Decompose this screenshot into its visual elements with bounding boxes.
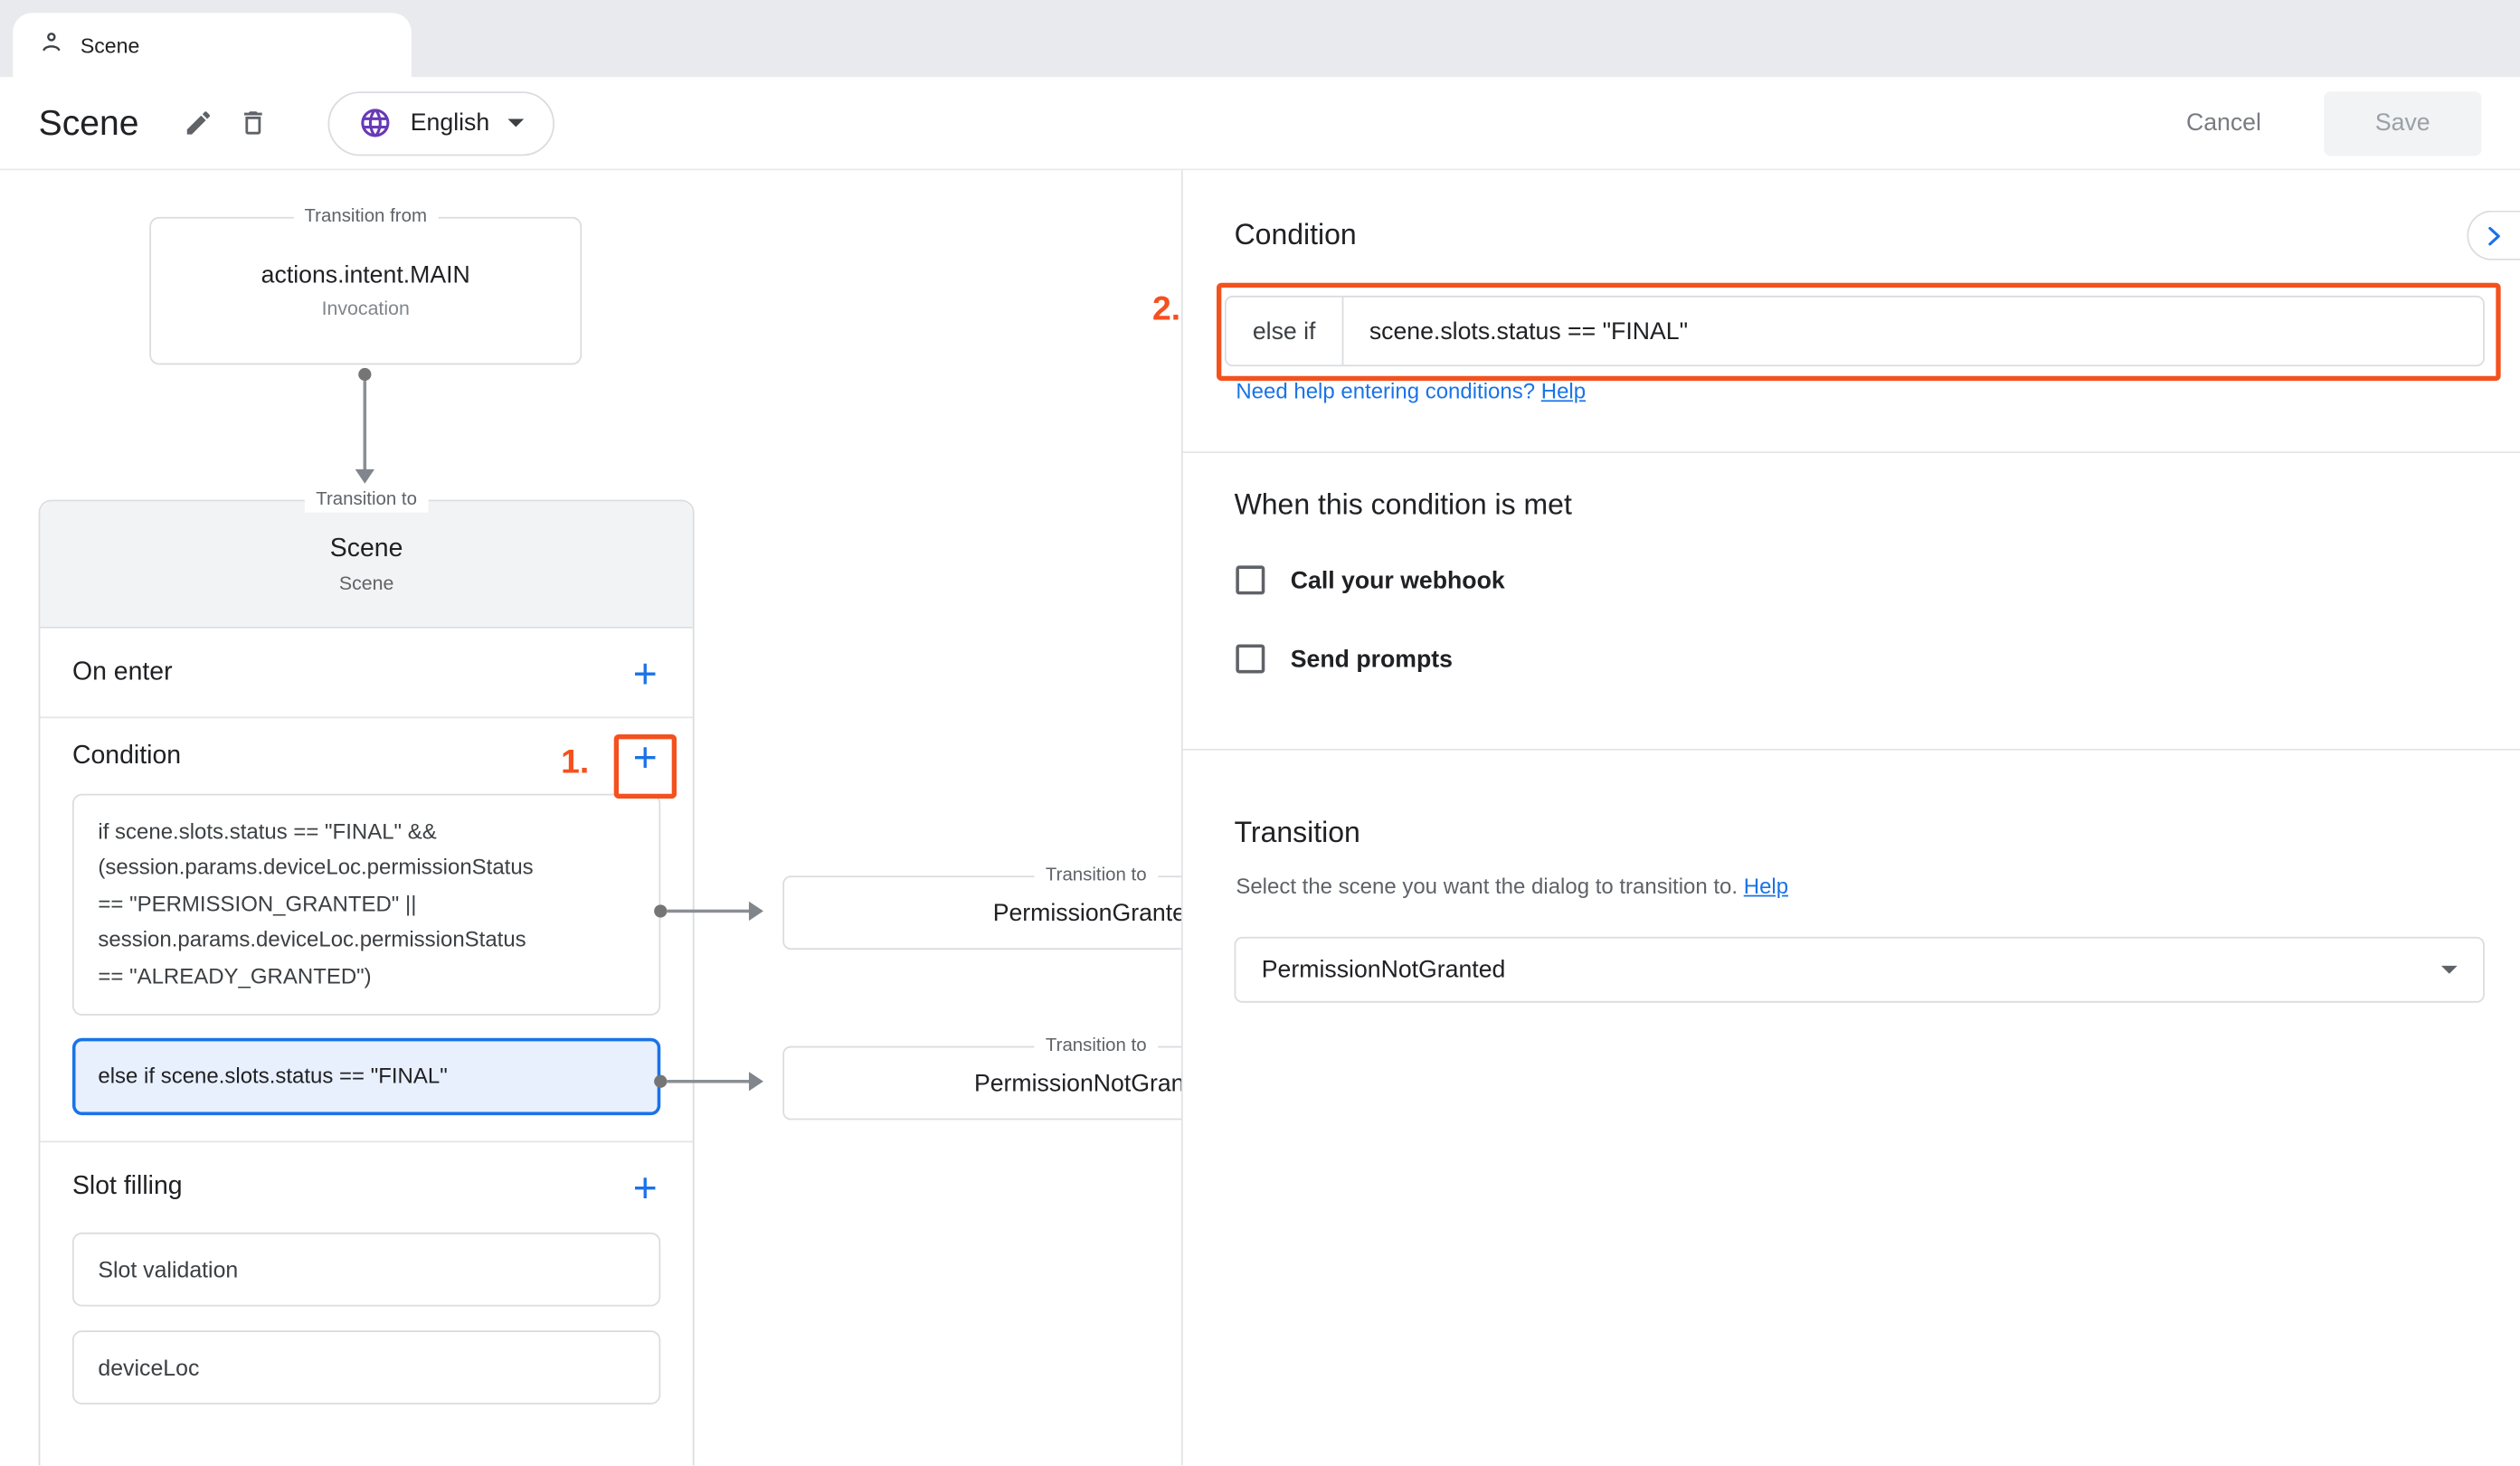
panel-condition-heading: Condition: [1235, 219, 1357, 252]
condition-help-line: Need help entering conditions? Help: [1236, 379, 1586, 403]
scene-name: Scene: [330, 534, 403, 563]
webhook-checkbox-row: Call your webhook: [1236, 565, 1504, 594]
transition-description: Select the scene you want the dialog to …: [1236, 875, 1788, 899]
condition-section: Condition + if scene.slots.status == "FI…: [40, 718, 692, 1143]
globe-icon: [359, 106, 393, 139]
prompts-checkbox-row: Send prompts: [1236, 644, 1453, 673]
condition-item-2-selected[interactable]: else if scene.slots.status == "FINAL": [72, 1038, 660, 1116]
transition-scene-value: PermissionNotGranted: [1262, 956, 1506, 983]
connector-dot: [654, 1075, 667, 1088]
call-webhook-label: Call your webhook: [1291, 566, 1505, 593]
tab-label: Scene: [81, 33, 140, 57]
scene-type: Scene: [339, 572, 393, 594]
save-button[interactable]: Save: [2324, 90, 2481, 155]
pencil-icon: [183, 108, 213, 138]
scene-card-header[interactable]: Scene Scene: [40, 501, 692, 628]
actions-person-icon: [39, 28, 64, 61]
viewport: Scene Scene English Cancel Save Transiti…: [0, 0, 2520, 1466]
connector-dot: [654, 904, 667, 917]
chevron-right-icon: [2481, 222, 2506, 248]
arrow-right-icon: [749, 1072, 763, 1091]
when-met-heading: When this condition is met: [1235, 488, 1572, 522]
divider: [1183, 451, 2520, 453]
send-prompts-checkbox[interactable]: [1236, 644, 1265, 673]
transition-to-legend: Transition to: [305, 488, 429, 513]
condition-editor: else if scene.slots.status == "FINAL": [1225, 296, 2485, 366]
slot-item-validation[interactable]: Slot validation: [72, 1234, 660, 1308]
slot-filling-label: Slot filling: [72, 1174, 183, 1203]
delete-scene-button[interactable]: [225, 96, 279, 150]
chevron-down-icon: [2441, 966, 2458, 974]
condition-help-link[interactable]: Help: [1541, 379, 1586, 403]
tab-bar: Scene: [0, 0, 2520, 77]
scene-header: Scene English Cancel Save: [0, 77, 2520, 170]
trash-icon: [238, 108, 269, 138]
condition-detail-panel: Condition else if scene.slots.status == …: [1181, 170, 2520, 1465]
connector-line: [667, 1080, 750, 1083]
chevron-down-icon: [507, 118, 524, 127]
connector-line: [364, 381, 367, 470]
add-slot-button[interactable]: +: [633, 1168, 658, 1209]
language-label: English: [411, 109, 489, 137]
intent-name: actions.intent.MAIN: [261, 262, 470, 289]
connector-line: [667, 910, 750, 913]
collapse-panel-button[interactable]: [2467, 211, 2520, 260]
connector-dot: [358, 368, 371, 381]
arrow-down-icon: [355, 469, 374, 484]
on-enter-label: On enter: [72, 658, 173, 687]
transition-help-link[interactable]: Help: [1744, 875, 1788, 899]
cancel-button[interactable]: Cancel: [2176, 108, 2270, 138]
slot-filling-section: Slot filling + Slot validation deviceLoc: [40, 1143, 692, 1405]
arrow-right-icon: [749, 902, 763, 921]
intent-subtitle: Invocation: [322, 298, 410, 320]
add-on-enter-button[interactable]: +: [633, 651, 658, 693]
on-enter-section: On enter +: [40, 629, 692, 718]
transition-scene-select[interactable]: PermissionNotGranted: [1235, 937, 2485, 1003]
language-selector[interactable]: English: [328, 90, 554, 155]
condition-section-label: Condition: [72, 742, 181, 771]
edit-scene-button[interactable]: [171, 96, 225, 150]
transition-from-legend: Transition from: [293, 205, 438, 230]
transition-from-node[interactable]: Transition from actions.intent.MAIN Invo…: [149, 217, 582, 364]
scene-card: Transition to Scene Scene On enter + Con…: [39, 500, 695, 1466]
divider: [1183, 749, 2520, 751]
actions-console-scene-editor: Scene Scene English Cancel Save Transiti…: [0, 0, 2520, 1465]
page-title: Scene: [39, 102, 139, 144]
else-if-label: else if: [1227, 298, 1342, 365]
send-prompts-label: Send prompts: [1291, 645, 1453, 672]
tab-scene[interactable]: Scene: [13, 13, 412, 77]
header-actions: Cancel Save: [2176, 90, 2481, 155]
transition-heading: Transition: [1235, 817, 1360, 850]
call-webhook-checkbox[interactable]: [1236, 565, 1265, 594]
add-condition-button[interactable]: +: [633, 735, 658, 777]
slot-item-deviceloc[interactable]: deviceLoc: [72, 1331, 660, 1405]
condition-expression-input[interactable]: scene.slots.status == "FINAL": [1342, 298, 2484, 365]
condition-item-1[interactable]: if scene.slots.status == "FINAL" && (ses…: [72, 794, 660, 1016]
